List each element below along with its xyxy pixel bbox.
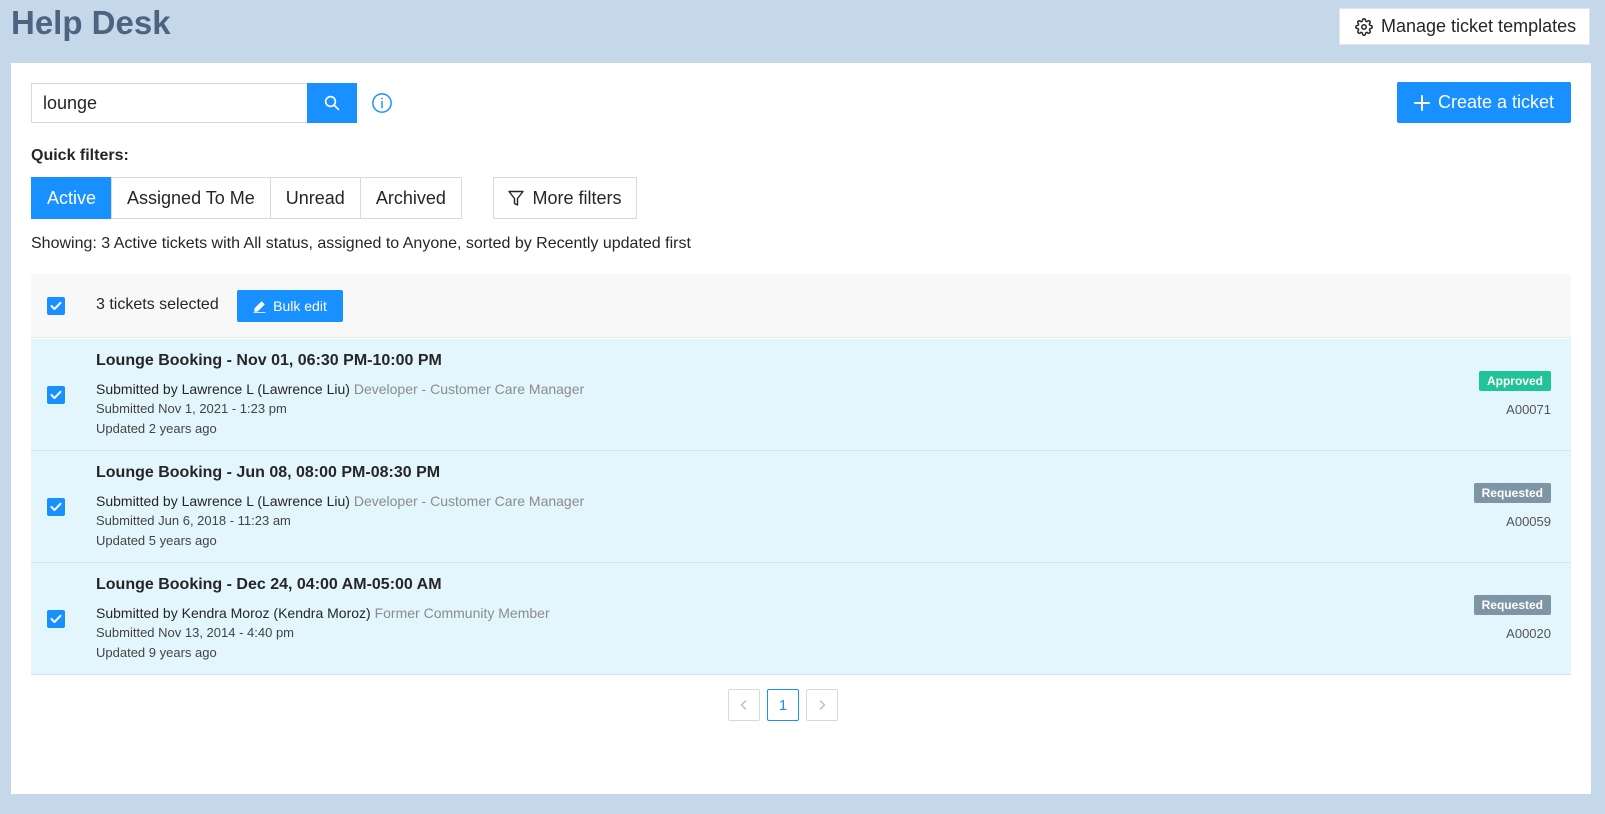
ticket-checkbox[interactable]	[47, 386, 65, 404]
ticket-row[interactable]: Lounge Booking - Nov 01, 06:30 PM-10:00 …	[31, 339, 1571, 451]
submitter-role: Developer - Customer Care Manager	[353, 493, 585, 509]
ticket-submitter: Submitted by Lawrence L (Lawrence Liu) D…	[96, 381, 584, 397]
ticket-row[interactable]: Lounge Booking - Dec 24, 04:00 AM-05:00 …	[31, 563, 1571, 675]
submitter-name: Submitted by Lawrence L (Lawrence Liu)	[96, 493, 350, 509]
ticket-submitted-date: Submitted Nov 13, 2014 - 4:40 pm	[96, 625, 295, 640]
ticket-submitter: Submitted by Lawrence L (Lawrence Liu) D…	[96, 493, 584, 509]
status-badge: Requested	[1473, 483, 1551, 503]
chevron-left-icon	[740, 699, 747, 711]
selected-count: 3 tickets selected	[96, 296, 219, 313]
check-icon	[50, 614, 62, 623]
check-icon	[50, 502, 62, 511]
ticket-updated-time: Updated 2 years ago	[96, 421, 217, 436]
ticket-list: Lounge Booking - Nov 01, 06:30 PM-10:00 …	[31, 339, 1571, 675]
chevron-right-icon	[819, 699, 826, 711]
filter-unread[interactable]: Unread	[269, 177, 361, 219]
search-input[interactable]: lounge	[31, 83, 309, 123]
page-number-button[interactable]: 1	[767, 689, 799, 721]
ticket-checkbox[interactable]	[47, 498, 65, 516]
submitter-role: Former Community Member	[374, 605, 550, 621]
more-filters-button[interactable]: More filters	[493, 177, 637, 219]
filter-assigned-to-me[interactable]: Assigned To Me	[111, 177, 271, 219]
ticket-title[interactable]: Lounge Booking - Dec 24, 04:00 AM-05:00 …	[96, 576, 442, 594]
bulk-action-bar: 3 tickets selected Bulk edit	[31, 274, 1571, 338]
ticket-row[interactable]: Lounge Booking - Jun 08, 08:00 PM-08:30 …	[31, 451, 1571, 563]
ticket-submitter: Submitted by Kendra Moroz (Kendra Moroz)…	[96, 605, 550, 621]
create-ticket-button[interactable]: Create a ticket	[1397, 82, 1571, 123]
ticket-title[interactable]: Lounge Booking - Nov 01, 06:30 PM-10:00 …	[96, 352, 442, 370]
more-filters-label: More filters	[532, 187, 622, 208]
pencil-icon	[253, 300, 266, 313]
info-icon[interactable]	[371, 92, 393, 114]
manage-ticket-templates-button[interactable]: Manage ticket templates	[1339, 8, 1590, 45]
prev-page-button[interactable]	[728, 689, 760, 721]
ticket-title[interactable]: Lounge Booking - Jun 08, 08:00 PM-08:30 …	[96, 464, 440, 482]
submitter-name: Submitted by Kendra Moroz (Kendra Moroz)	[96, 605, 371, 621]
filter-active[interactable]: Active	[31, 177, 113, 219]
page-title: Help Desk	[11, 4, 171, 41]
bulk-edit-label: Bulk edit	[273, 298, 327, 314]
ticket-id: A00071	[1506, 402, 1551, 417]
ticket-updated-time: Updated 9 years ago	[96, 645, 217, 660]
ticket-checkbox[interactable]	[47, 610, 65, 628]
gear-icon	[1355, 17, 1373, 36]
search-input-value: lounge	[43, 92, 98, 113]
submitter-name: Submitted by Lawrence L (Lawrence Liu)	[96, 381, 350, 397]
quick-filters-group: Active Assigned To Me Unread Archived	[31, 177, 462, 219]
check-icon	[50, 390, 62, 399]
filter-archived[interactable]: Archived	[359, 177, 462, 219]
ticket-updated-time: Updated 5 years ago	[96, 533, 217, 548]
ticket-id: A00059	[1506, 514, 1551, 529]
quick-filters-label: Quick filters:	[31, 147, 129, 164]
plus-icon	[1413, 94, 1430, 111]
status-badge: Approved	[1478, 371, 1551, 391]
manage-templates-label: Manage ticket templates	[1381, 16, 1577, 36]
search-icon	[324, 95, 340, 111]
pagination: 1	[728, 689, 838, 721]
filter-icon	[508, 190, 525, 206]
create-ticket-label: Create a ticket	[1437, 92, 1555, 112]
select-all-checkbox[interactable]	[47, 297, 65, 315]
bulk-edit-button[interactable]: Bulk edit	[237, 290, 343, 322]
check-icon	[50, 301, 62, 310]
next-page-button[interactable]	[806, 689, 838, 721]
showing-summary: Showing: 3 Active tickets with All statu…	[31, 235, 691, 252]
ticket-submitted-date: Submitted Nov 1, 2021 - 1:23 pm	[96, 401, 287, 416]
submitter-role: Developer - Customer Care Manager	[353, 381, 585, 397]
search-button[interactable]	[307, 83, 357, 123]
status-badge: Requested	[1473, 595, 1551, 615]
ticket-id: A00020	[1506, 626, 1551, 641]
main-panel: lounge Create a ticket Quick filters: Ac…	[11, 63, 1591, 794]
ticket-submitted-date: Submitted Jun 6, 2018 - 11:23 am	[96, 513, 291, 528]
